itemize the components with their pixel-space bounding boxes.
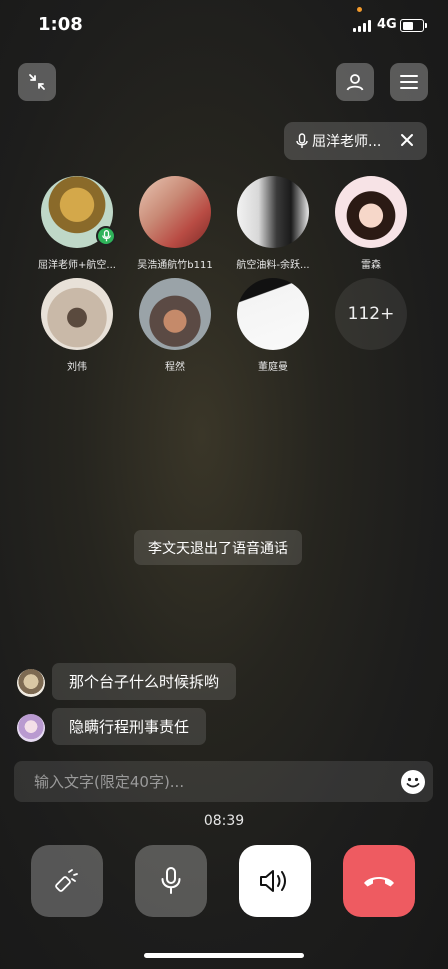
participant[interactable]: 刘伟	[32, 278, 122, 373]
participant-name: 程然	[165, 362, 185, 373]
participant-name: 刘伟	[67, 362, 87, 373]
more-participants-button[interactable]: 112+	[326, 278, 416, 350]
mic-icon	[296, 133, 308, 148]
minimize-button[interactable]	[18, 63, 56, 101]
close-icon[interactable]	[399, 132, 415, 148]
menu-button[interactable]	[390, 63, 428, 101]
participant[interactable]: 程然	[130, 278, 220, 373]
status-time: 1:08	[38, 14, 83, 35]
home-indicator	[144, 953, 304, 958]
hang-up-icon	[364, 877, 394, 887]
participant-name: 董庭曼	[258, 362, 288, 373]
participant[interactable]: 航空油料-余跃...	[228, 176, 318, 271]
more-participants-count: 112+	[335, 278, 407, 350]
participant[interactable]: 雷森	[326, 176, 416, 271]
hang-up-button[interactable]	[343, 845, 415, 917]
avatar	[237, 176, 309, 248]
menu-icon	[400, 75, 418, 89]
avatar	[41, 176, 116, 248]
network-label: 4G	[377, 17, 397, 32]
call-timer: 08:39	[203, 813, 245, 829]
avatar	[139, 176, 211, 248]
message-input[interactable]	[34, 772, 374, 791]
participant[interactable]: 董庭曼	[228, 278, 318, 373]
minimize-icon	[29, 74, 45, 90]
person-icon	[346, 74, 364, 91]
avatar	[335, 176, 407, 248]
avatar	[41, 278, 113, 350]
system-notice: 李文天退出了语音通话	[134, 530, 302, 565]
participant-name: 雷森	[361, 260, 381, 271]
battery-icon	[400, 19, 424, 32]
participant-name: 吴浩通航竹b111	[137, 260, 213, 271]
magic-wand-icon	[55, 869, 78, 892]
signal-icon	[353, 20, 371, 32]
current-speaker-name: 屈洋老师...	[312, 134, 382, 150]
participant-name: 屈洋老师+航空...	[38, 260, 116, 271]
participant-name: 航空油料-余跃...	[236, 260, 310, 271]
emoji-button[interactable]	[401, 770, 425, 794]
voice-effect-button[interactable]	[31, 845, 103, 917]
message-input-bar	[14, 761, 433, 802]
current-speaker-chip[interactable]: 屈洋老师...	[284, 122, 427, 160]
speaker-button[interactable]	[239, 845, 311, 917]
avatar	[237, 278, 309, 350]
smiley-icon	[406, 777, 420, 788]
participant[interactable]: 吴浩通航竹b111	[130, 176, 220, 271]
participant[interactable]: 屈洋老师+航空...	[32, 176, 122, 271]
microphone-button[interactable]	[135, 845, 207, 917]
chat-message: 那个台子什么时候拆哟	[52, 663, 237, 700]
mic-active-icon	[96, 226, 116, 246]
microphone-icon	[161, 867, 181, 894]
profile-button[interactable]	[336, 63, 374, 101]
privacy-indicator-dot	[357, 7, 362, 12]
avatar[interactable]	[17, 669, 45, 697]
avatar	[139, 278, 211, 350]
chat-message: 隐瞒行程刑事责任	[52, 708, 207, 745]
avatar[interactable]	[17, 714, 45, 742]
battery-tip	[425, 23, 427, 28]
speaker-icon	[260, 870, 286, 892]
